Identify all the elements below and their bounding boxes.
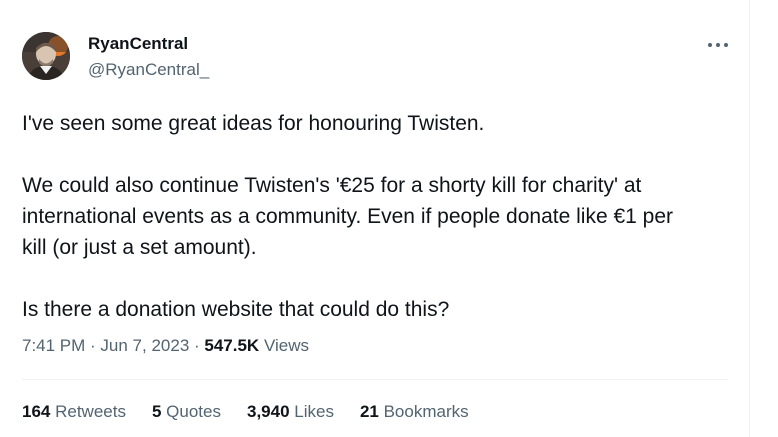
- tweet-time[interactable]: 7:41 PM: [22, 336, 85, 355]
- tweet-line: kill (or just a set amount).: [22, 236, 257, 259]
- tweet-text: I've seen some great ideas for honouring…: [22, 108, 722, 325]
- stat-likes[interactable]: 3,940 Likes: [247, 402, 334, 422]
- meta-separator: ·: [85, 336, 101, 355]
- tweet-line: Is there a donation website that could d…: [22, 298, 450, 321]
- stat-label: Quotes: [161, 402, 221, 421]
- stat-quotes[interactable]: 5 Quotes: [152, 402, 221, 422]
- stat-count: 21: [359, 402, 379, 421]
- tweet-meta: 7:41 PM · Jun 7, 2023 · 547.5K Views: [22, 336, 309, 356]
- meta-separator: ·: [189, 336, 205, 355]
- stat-bookmarks[interactable]: 21 Bookmarks: [360, 402, 469, 422]
- engagement-stats: 164 Retweets 5 Quotes 3,940 Likes 21 Boo…: [22, 402, 495, 422]
- views-count: 547.5K: [204, 336, 260, 355]
- stat-count: 3,940: [246, 402, 290, 421]
- profile-photo-icon: [22, 32, 70, 80]
- more-horizontal-icon[interactable]: [706, 37, 730, 53]
- tweet-card: RyanCentral @RyanCentral_ I've seen some…: [0, 0, 750, 437]
- tweet-line: We could also continue Twisten's '€25 fo…: [22, 174, 642, 197]
- dot: [708, 43, 712, 47]
- dot: [716, 43, 720, 47]
- stat-retweets[interactable]: 164 Retweets: [22, 402, 126, 422]
- stat-label: Likes: [289, 402, 334, 421]
- divider: [22, 379, 728, 380]
- user-handle[interactable]: @RyanCentral_: [88, 60, 209, 80]
- display-name[interactable]: RyanCentral: [88, 34, 188, 54]
- views-label: Views: [259, 336, 309, 355]
- tweet-line: international events as a community. Eve…: [22, 205, 673, 228]
- stat-count: 164: [22, 402, 51, 421]
- tweet-date[interactable]: Jun 7, 2023: [100, 336, 189, 355]
- avatar[interactable]: [22, 32, 70, 80]
- stat-label: Retweets: [50, 402, 126, 421]
- dot: [724, 43, 728, 47]
- stat-label: Bookmarks: [378, 402, 469, 421]
- tweet-line: I've seen some great ideas for honouring…: [22, 112, 485, 135]
